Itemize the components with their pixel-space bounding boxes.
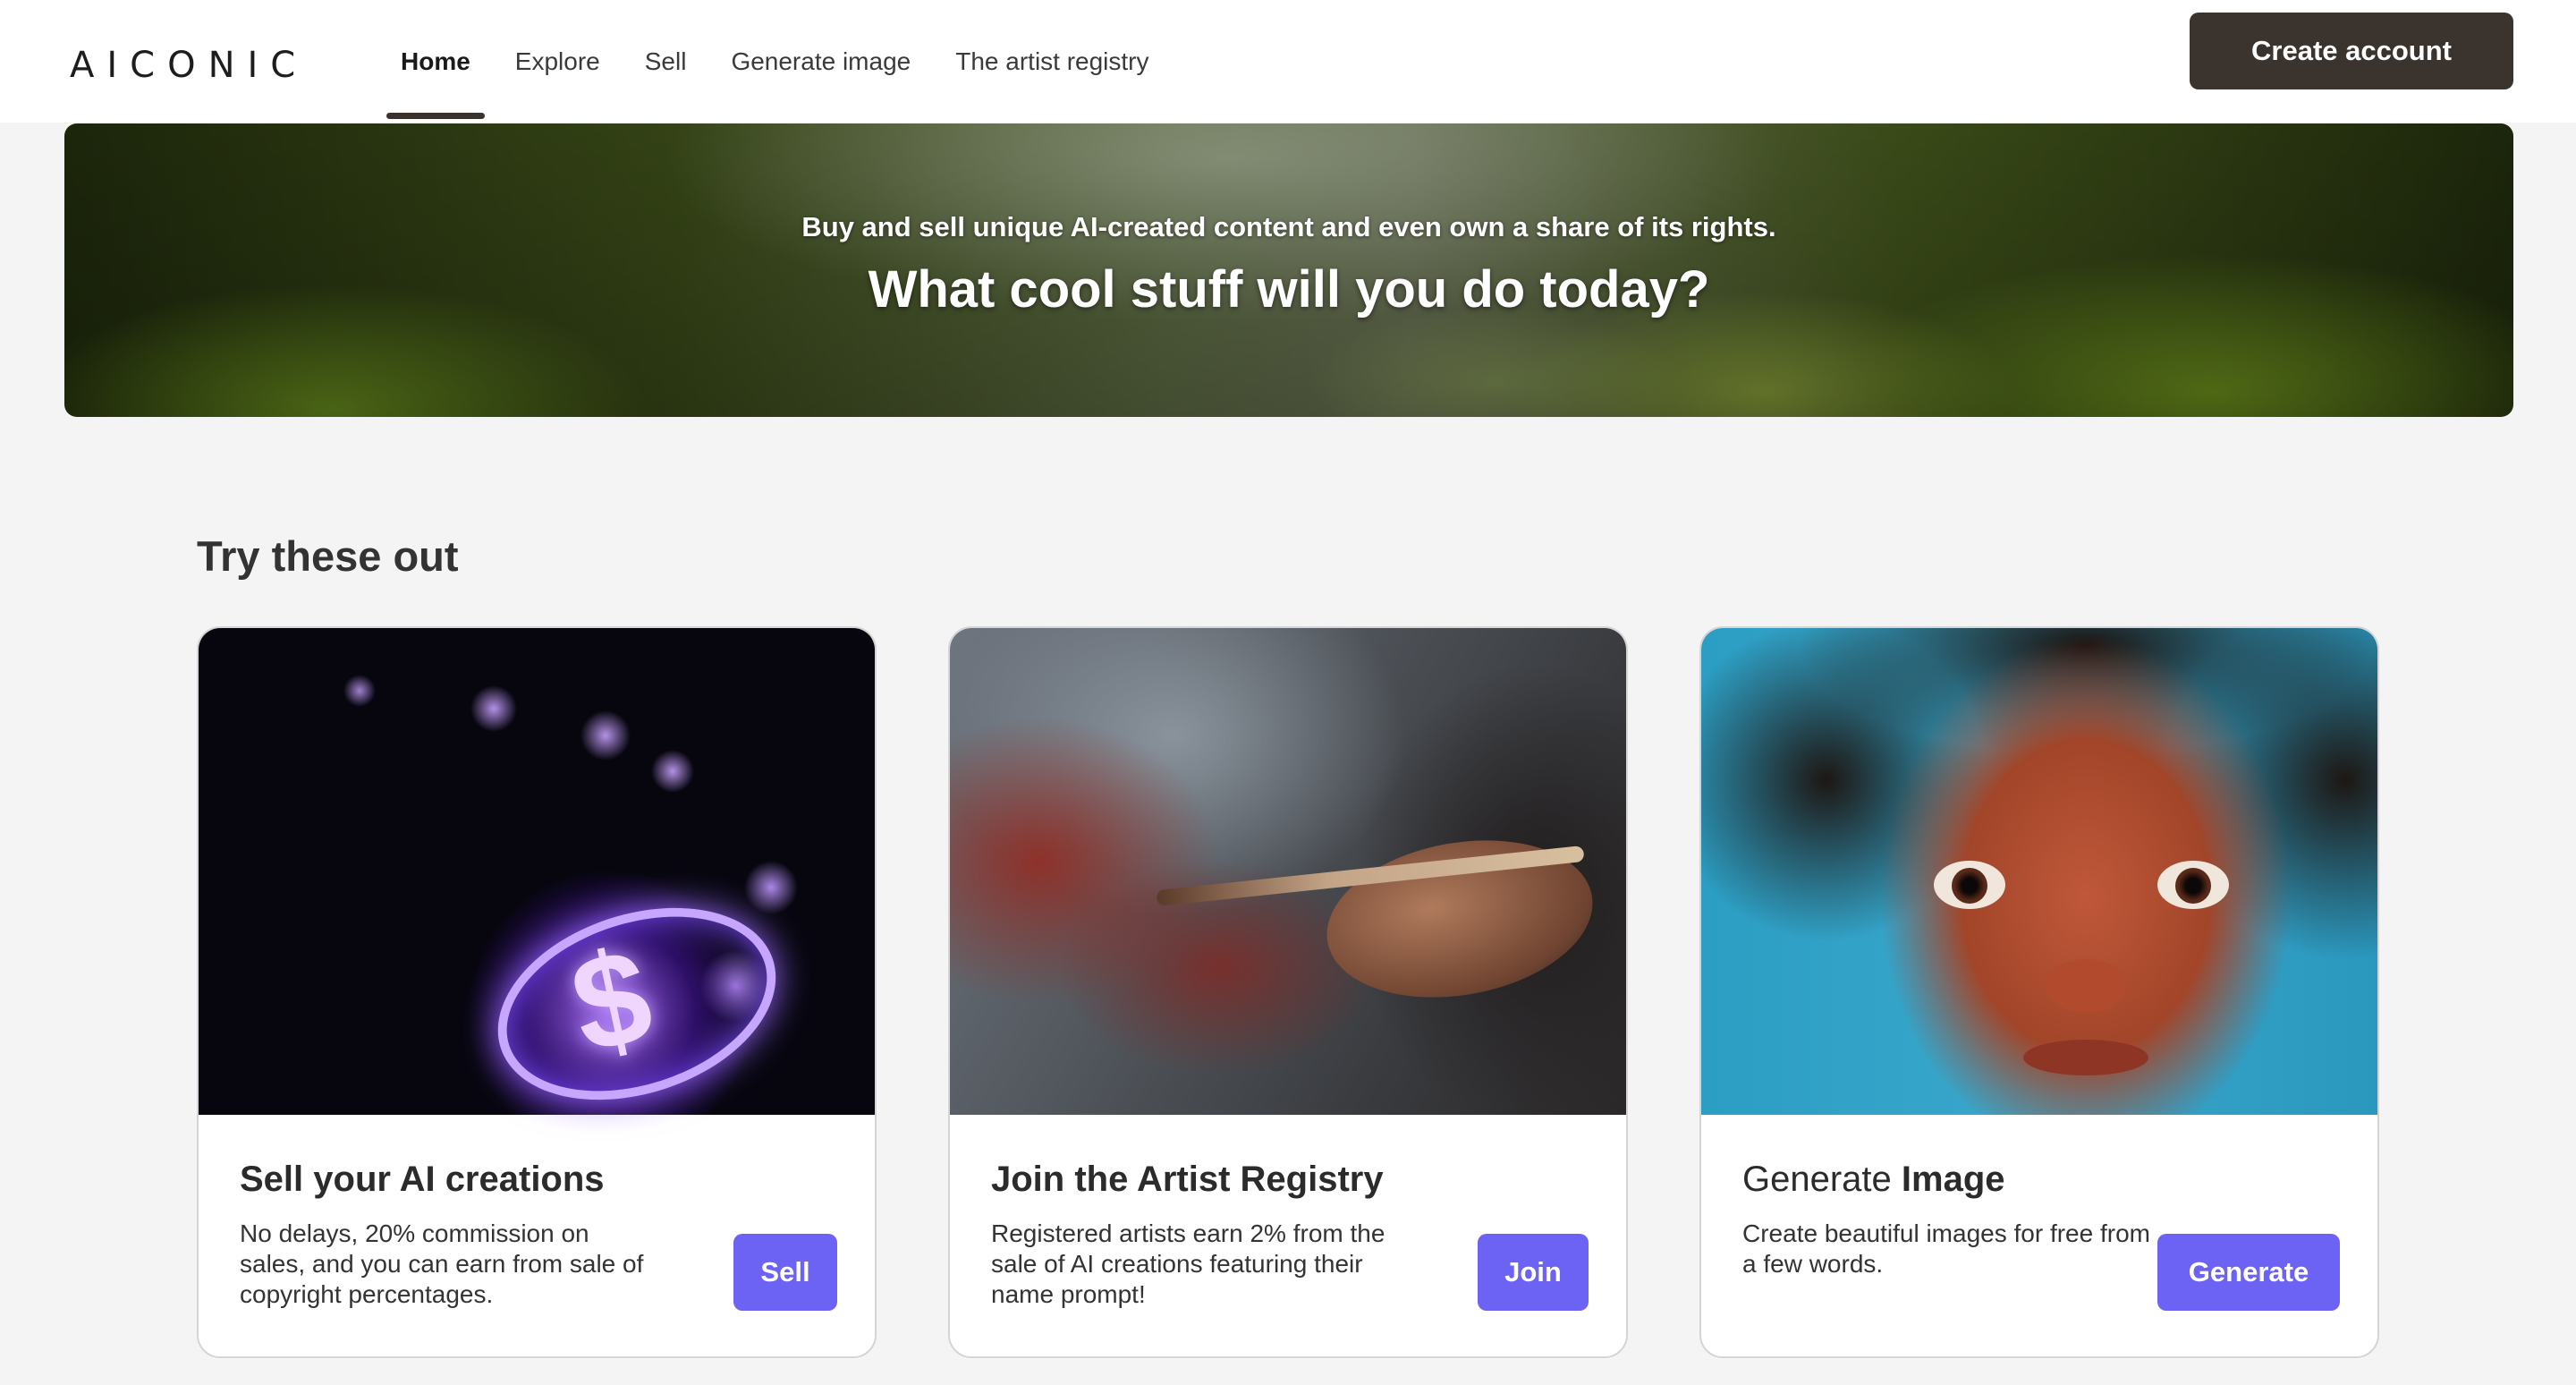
card-title: Sell your AI creations xyxy=(240,1160,605,1199)
hero-subtitle: Buy and sell unique AI-created content a… xyxy=(801,211,1776,242)
card-title: Generate Image xyxy=(1742,1160,2005,1200)
card-description: Registered artists earn 2% from the sale… xyxy=(991,1219,1385,1308)
coins-image: $ xyxy=(199,628,875,1134)
nose-shape xyxy=(2046,959,2126,1013)
sell-button[interactable]: Sell xyxy=(733,1234,837,1311)
top-navbar: AICONIC Home Explore Sell Generate image… xyxy=(0,0,2576,123)
nav-home[interactable]: Home xyxy=(386,0,485,123)
logo[interactable]: AICONIC xyxy=(70,45,308,86)
card-description: Create beautiful images for free from a … xyxy=(1742,1219,2150,1278)
card-sell: $ Sell your AI creations No delays, 20% … xyxy=(197,626,877,1358)
join-button[interactable]: Join xyxy=(1478,1234,1589,1311)
card-generate-image: Generate Image Create beautiful images f… xyxy=(1699,626,2379,1358)
card-title-bold: Image xyxy=(1901,1160,2005,1199)
card-title: Join the Artist Registry xyxy=(991,1160,1384,1199)
main-nav: Home Explore Sell Generate image The art… xyxy=(386,0,1180,123)
portrait-image xyxy=(1701,628,2377,1115)
card-artist-registry: Join the Artist Registry Registered arti… xyxy=(948,626,1628,1358)
card-description: No delays, 20% commission on sales, and … xyxy=(240,1219,644,1308)
left-eye-shape xyxy=(1934,861,2005,909)
generate-button[interactable]: Generate xyxy=(2157,1234,2340,1311)
painting-image xyxy=(950,628,1626,1115)
mouth-shape xyxy=(2023,1040,2148,1075)
card-title-light: Generate xyxy=(1742,1160,1892,1199)
right-eye-shape xyxy=(2157,861,2229,909)
hero-title: What cool stuff will you do today? xyxy=(868,260,1710,319)
nav-sell[interactable]: Sell xyxy=(631,0,701,123)
section-title: Try these out xyxy=(197,532,459,580)
nav-explore[interactable]: Explore xyxy=(501,0,614,123)
nav-generate-image[interactable]: Generate image xyxy=(716,0,925,123)
nav-artist-registry[interactable]: The artist registry xyxy=(941,0,1163,123)
create-account-button[interactable]: Create account xyxy=(2190,13,2513,89)
hero-banner: Buy and sell unique AI-created content a… xyxy=(64,123,2513,417)
